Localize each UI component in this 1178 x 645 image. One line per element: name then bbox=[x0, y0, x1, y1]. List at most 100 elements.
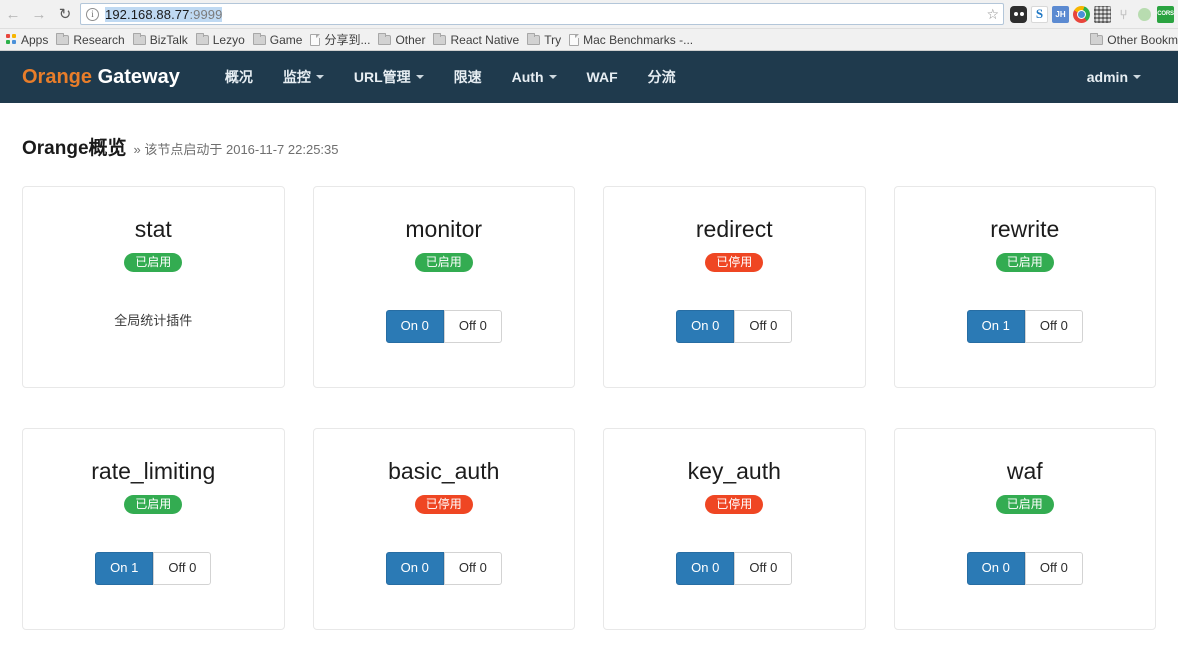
card-title: waf bbox=[1006, 458, 1043, 484]
chrome-extension-icon[interactable] bbox=[1073, 5, 1090, 23]
bookmark-biztalk[interactable]: BizTalk bbox=[131, 30, 194, 50]
chevron-down-icon bbox=[415, 75, 424, 79]
card-title: redirect bbox=[695, 216, 773, 242]
other-bookmarks-button[interactable]: Other Bookm bbox=[1090, 32, 1178, 47]
brand-logo[interactable]: Orange Gateway bbox=[22, 66, 180, 89]
bookmark-lezyo[interactable]: Lezyo bbox=[194, 30, 251, 50]
info-icon[interactable]: i bbox=[86, 7, 99, 21]
status-badge: 已停用 bbox=[705, 495, 764, 515]
bookmark-try[interactable]: Try bbox=[525, 30, 567, 50]
chevron-down-icon bbox=[548, 75, 557, 79]
user-menu[interactable]: admin bbox=[1072, 51, 1156, 103]
status-badge: 已启用 bbox=[995, 253, 1054, 273]
bookmark-mac-benchmarks[interactable]: Mac Benchmarks -... bbox=[567, 30, 699, 50]
nav-item-url-management[interactable]: URL管理 bbox=[339, 51, 439, 103]
card-title: stat bbox=[134, 216, 172, 242]
url-host: 192.168.88.77 bbox=[105, 6, 190, 22]
on-button[interactable]: On 0 bbox=[676, 552, 735, 586]
off-button[interactable]: Off 0 bbox=[734, 310, 793, 344]
bookmark-research[interactable]: Research bbox=[54, 30, 130, 50]
bookmark-label: Apps bbox=[21, 32, 49, 47]
reload-icon[interactable]: ↻ bbox=[52, 1, 78, 27]
nav-item-monitor[interactable]: 监控 bbox=[268, 51, 339, 103]
url-text: 192.168.88.77:9999 bbox=[105, 6, 223, 22]
plugin-card-rewrite[interactable]: rewrite 已启用 On 1 Off 0 bbox=[893, 186, 1156, 388]
folder-icon bbox=[527, 32, 541, 45]
off-button[interactable]: Off 0 bbox=[1024, 552, 1083, 586]
on-button[interactable]: On 1 bbox=[966, 310, 1025, 344]
on-button[interactable]: On 0 bbox=[676, 310, 735, 344]
status-badge: 已启用 bbox=[414, 253, 473, 273]
plugin-card-stat[interactable]: stat 已启用 全局统计插件 bbox=[22, 186, 285, 388]
app-navbar: Orange Gateway 概况 监控 URL管理 限速 Auth WAF 分… bbox=[0, 51, 1178, 103]
bookmark-other[interactable]: Other bbox=[376, 30, 431, 50]
chevron-down-icon bbox=[1133, 75, 1141, 79]
bookmark-label: React Native bbox=[450, 32, 520, 47]
bookmark-apps[interactable]: Apps bbox=[4, 30, 54, 50]
plugin-card-key-auth[interactable]: key_auth 已停用 On 0 Off 0 bbox=[603, 428, 866, 630]
plugin-card-waf[interactable]: waf 已启用 On 0 Off 0 bbox=[893, 428, 1156, 630]
on-button[interactable]: On 0 bbox=[385, 310, 444, 344]
plugin-card-rate-limiting[interactable]: rate_limiting 已启用 On 1 Off 0 bbox=[22, 428, 285, 630]
status-badge: 已启用 bbox=[995, 495, 1054, 515]
bear-extension-icon[interactable] bbox=[1010, 5, 1027, 23]
on-off-button-group: On 1 Off 0 bbox=[966, 310, 1083, 344]
off-button[interactable]: Off 0 bbox=[443, 552, 502, 586]
bookmark-label: Research bbox=[73, 32, 125, 47]
page-title: Orange概览 » 该节点启动于 2016-11-7 22:25:35 bbox=[22, 133, 1156, 160]
extension-icons: S JH ⑂ CORS bbox=[1008, 5, 1174, 23]
bookmark-label: Mac Benchmarks -... bbox=[583, 32, 694, 47]
folder-icon bbox=[56, 32, 70, 45]
bookmark-react-native[interactable]: React Native bbox=[431, 30, 525, 50]
page-icon bbox=[569, 33, 580, 46]
on-button[interactable]: On 0 bbox=[385, 552, 444, 586]
nav-item-overview[interactable]: 概况 bbox=[210, 51, 268, 103]
nav-item-waf[interactable]: WAF bbox=[572, 51, 633, 103]
nav-item-divert[interactable]: 分流 bbox=[633, 51, 691, 103]
off-button[interactable]: Off 0 bbox=[734, 552, 793, 586]
bookmark-game[interactable]: Game bbox=[251, 30, 309, 50]
plugin-card-basic-auth[interactable]: basic_auth 已停用 On 0 Off 0 bbox=[312, 428, 575, 630]
on-off-button-group: On 0 Off 0 bbox=[385, 310, 502, 344]
green-dot-extension-icon[interactable] bbox=[1136, 6, 1153, 23]
y-extension-icon[interactable]: ⑂ bbox=[1115, 6, 1132, 23]
card-description: 全局统计插件 bbox=[114, 313, 193, 329]
plugin-card-monitor[interactable]: monitor 已启用 On 0 Off 0 bbox=[312, 186, 575, 388]
bookmark-share[interactable]: 分享到... bbox=[308, 30, 376, 50]
forward-arrow-icon[interactable]: → bbox=[26, 1, 52, 27]
nav-right: admin bbox=[1072, 51, 1156, 103]
brand-highlight: Orange bbox=[22, 65, 93, 88]
bookmark-label: BizTalk bbox=[149, 32, 188, 47]
chevron-down-icon bbox=[315, 75, 324, 79]
nav-item-rate-limit[interactable]: 限速 bbox=[439, 51, 497, 103]
off-button[interactable]: Off 0 bbox=[153, 552, 212, 586]
plugin-card-redirect[interactable]: redirect 已停用 On 0 Off 0 bbox=[603, 186, 866, 388]
card-title: monitor bbox=[405, 216, 483, 242]
cors-extension-icon[interactable]: CORS bbox=[1157, 5, 1174, 23]
bookmark-label: Other bbox=[395, 32, 426, 47]
star-icon[interactable]: ☆ bbox=[980, 6, 999, 23]
page-subtitle-text: » 该节点启动于 2016-11-7 22:25:35 bbox=[133, 142, 339, 157]
status-badge: 已停用 bbox=[414, 495, 473, 515]
card-title: rate_limiting bbox=[91, 458, 216, 484]
off-button[interactable]: Off 0 bbox=[443, 310, 502, 344]
url-port: :9999 bbox=[189, 6, 223, 22]
nav-item-label: URL管理 bbox=[353, 69, 411, 85]
on-off-button-group: On 0 Off 0 bbox=[966, 552, 1083, 586]
on-button[interactable]: On 0 bbox=[966, 552, 1025, 586]
nav-item-label: 分流 bbox=[647, 69, 676, 85]
nav-item-label: WAF bbox=[586, 69, 618, 85]
nav-item-label: Auth bbox=[511, 69, 544, 85]
on-button[interactable]: On 1 bbox=[95, 552, 154, 586]
off-button[interactable]: Off 0 bbox=[1024, 310, 1083, 344]
on-off-button-group: On 0 Off 0 bbox=[385, 552, 502, 586]
folder-icon bbox=[378, 32, 392, 45]
address-bar[interactable]: i 192.168.88.77:9999 ☆ bbox=[80, 3, 1004, 25]
sogou-extension-icon[interactable]: S bbox=[1031, 5, 1048, 23]
back-arrow-icon[interactable]: ← bbox=[0, 1, 26, 27]
qrcode-extension-icon[interactable] bbox=[1094, 5, 1111, 23]
nav-item-auth[interactable]: Auth bbox=[497, 51, 572, 103]
jh-extension-icon[interactable]: JH bbox=[1052, 5, 1069, 23]
bookmark-label: Try bbox=[544, 32, 562, 47]
on-off-button-group: On 0 Off 0 bbox=[676, 552, 793, 586]
